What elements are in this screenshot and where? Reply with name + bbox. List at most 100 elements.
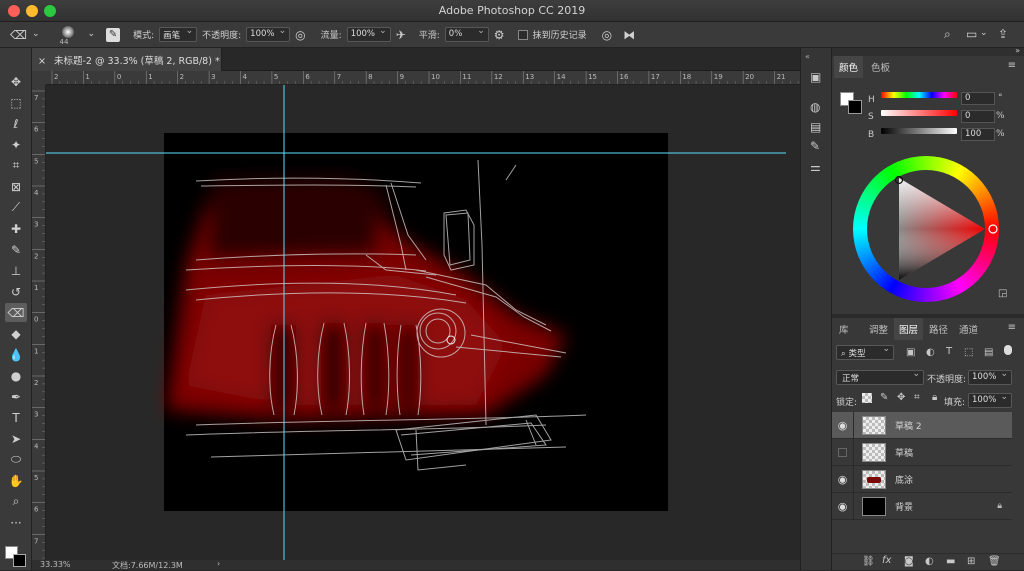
pen-tool-icon[interactable]: ✒ xyxy=(5,387,27,406)
layer-row[interactable]: ◉ 底涂 xyxy=(832,465,1012,493)
chevron-down-icon[interactable]: ⌄ xyxy=(980,29,988,38)
color-triangle[interactable] xyxy=(853,156,999,302)
hidden-eye-icon[interactable] xyxy=(832,438,854,466)
fx-icon[interactable]: fx xyxy=(882,555,891,566)
type-tool-icon[interactable]: T xyxy=(5,408,27,427)
opacity-field[interactable]: 100% xyxy=(246,26,291,42)
saturation-field[interactable]: 0 xyxy=(961,110,995,123)
link-layers-icon[interactable]: ⛓ xyxy=(862,556,875,567)
quick-select-tool-icon[interactable]: ✦ xyxy=(5,135,27,154)
blur-tool-icon[interactable]: 💧 xyxy=(5,345,27,364)
saturation-slider[interactable] xyxy=(881,110,957,116)
filter-toggle[interactable] xyxy=(1004,345,1012,355)
document-tab[interactable]: × 未标题-2 @ 33.3% (草稿 2, RGB/8) * xyxy=(32,48,222,71)
eye-icon[interactable]: ◉ xyxy=(832,465,854,493)
airbrush-icon[interactable]: ✈ xyxy=(396,29,406,41)
tab-layers[interactable]: 图层 xyxy=(894,318,924,340)
collapse-arrows-icon[interactable]: « xyxy=(805,52,810,61)
zoom-level[interactable]: 33.33% xyxy=(40,560,71,569)
trash-icon[interactable]: 🗑︎ xyxy=(988,556,1001,567)
crop-tool-icon[interactable]: ⌗ xyxy=(5,156,27,175)
filter-pixel-icon[interactable]: ▣ xyxy=(906,347,915,358)
panel-menu-icon[interactable]: ≡ xyxy=(1008,60,1016,71)
frame-tool-icon[interactable]: ⊠ xyxy=(5,177,27,196)
tab-libraries[interactable]: 库 xyxy=(834,318,854,340)
brush-panel-icon[interactable]: ✎ xyxy=(810,139,820,153)
layer-row[interactable]: ◉ 草稿 2 xyxy=(832,411,1012,439)
filter-adjustment-icon[interactable]: ◐ xyxy=(926,347,935,358)
layer-row[interactable]: 草稿 xyxy=(832,438,1012,466)
layer-name[interactable]: 背景 xyxy=(895,500,913,513)
layer-name[interactable]: 底涂 xyxy=(895,473,913,486)
brush-settings-icon[interactable]: ✎ xyxy=(106,27,121,42)
workspace-icon[interactable]: ▭ xyxy=(966,28,977,40)
hue-field[interactable]: 0 xyxy=(961,92,995,105)
healing-brush-tool-icon[interactable]: ✚ xyxy=(5,219,27,238)
filter-shape-icon[interactable]: ⬚ xyxy=(964,347,973,358)
mode-dropdown[interactable]: 画笔 xyxy=(159,26,198,42)
eye-icon[interactable]: ◉ xyxy=(832,411,854,439)
adjustments-panel-icon[interactable]: ⚌ xyxy=(810,160,821,174)
layer-name[interactable]: 草稿 2 xyxy=(895,419,922,432)
document-canvas[interactable] xyxy=(46,85,800,560)
new-layer-icon[interactable]: ⊞ xyxy=(967,556,975,567)
status-menu-arrow-icon[interactable]: › xyxy=(217,559,220,568)
eyedropper-tool-icon[interactable]: ⟋ xyxy=(5,198,27,217)
ellipse-tool-icon[interactable]: ⬭ xyxy=(5,450,27,469)
move-tool-icon[interactable]: ✥ xyxy=(5,72,27,91)
lock-image-icon[interactable]: ✎ xyxy=(880,392,888,403)
properties-panel-icon[interactable]: ▤ xyxy=(810,120,821,134)
tab-paths[interactable]: 路径 xyxy=(924,318,953,340)
pressure-opacity-icon[interactable]: ◎ xyxy=(295,29,305,41)
layer-opacity-field[interactable]: 100% xyxy=(968,369,1012,385)
history-panel-icon[interactable]: ▣ xyxy=(810,70,821,84)
collapse-arrows-icon[interactable]: » xyxy=(1015,46,1020,55)
adjustment-layer-icon[interactable]: ◐ xyxy=(925,556,934,567)
filter-type-icon[interactable]: T xyxy=(946,346,952,357)
layer-row[interactable]: ◉ 背景 🔒︎ xyxy=(832,492,1012,520)
eraser-tool-preset-icon[interactable]: ⌫ xyxy=(10,29,27,41)
tab-adjustments[interactable]: 调整 xyxy=(864,318,893,340)
path-select-tool-icon[interactable]: ➤ xyxy=(5,429,27,448)
brush-tool-icon[interactable]: ✎ xyxy=(5,240,27,259)
brightness-field[interactable]: 100 xyxy=(961,128,995,141)
tab-color[interactable]: 颜色 xyxy=(834,56,864,78)
vertical-ruler[interactable]: 7 6 5 4 3 2 1 0 1 2 3 4 5 6 7 xyxy=(32,85,46,560)
eye-icon[interactable]: ◉ xyxy=(832,492,854,520)
search-icon[interactable]: ⌕ xyxy=(944,28,951,40)
clone-stamp-tool-icon[interactable]: ⊥ xyxy=(5,261,27,280)
share-icon[interactable]: ⇪ xyxy=(998,28,1008,40)
canvas-area[interactable] xyxy=(46,85,800,560)
erase-history-checkbox[interactable] xyxy=(517,29,528,40)
panel-menu-icon[interactable]: ≡ xyxy=(1008,322,1016,333)
eraser-tool-icon[interactable]: ⌫ xyxy=(5,303,27,322)
new-group-icon[interactable]: ▬ xyxy=(946,556,955,567)
ruler-origin[interactable] xyxy=(32,71,46,85)
color-wheel-options-icon[interactable]: ◲ xyxy=(998,288,1007,299)
marquee-tool-icon[interactable]: ⬚ xyxy=(5,93,27,112)
smoothing-field[interactable]: 0% xyxy=(444,26,489,42)
gear-icon[interactable]: ⚙ xyxy=(494,29,505,41)
tab-swatches[interactable]: 色板 xyxy=(866,56,895,78)
close-icon[interactable]: × xyxy=(38,56,46,67)
chevron-down-icon[interactable]: ⌄ xyxy=(88,30,96,39)
flow-field[interactable]: 100% xyxy=(346,26,391,42)
more-tools-icon[interactable]: ··· xyxy=(5,513,27,532)
add-mask-icon[interactable]: ◙ xyxy=(904,556,914,567)
chevron-down-icon[interactable]: ⌄ xyxy=(32,30,40,39)
brightness-slider[interactable] xyxy=(881,128,957,134)
history-brush-tool-icon[interactable]: ↺ xyxy=(5,282,27,301)
lasso-tool-icon[interactable]: ℓ xyxy=(5,114,27,133)
layer-name[interactable]: 草稿 xyxy=(895,446,913,459)
layer-filter-dropdown[interactable]: ⌕ 类型 xyxy=(836,344,894,360)
dodge-tool-icon[interactable]: ● xyxy=(5,366,27,385)
filter-smart-object-icon[interactable]: ▤ xyxy=(984,347,993,358)
symmetry-icon[interactable]: ⧓ xyxy=(623,29,635,41)
lock-position-icon[interactable]: ✥ xyxy=(897,392,905,403)
lock-all-icon[interactable]: 🔒︎ xyxy=(932,392,937,403)
brush-preset-picker[interactable]: 44 xyxy=(55,24,83,46)
color-wheel[interactable] xyxy=(853,156,999,302)
lock-transparent-icon[interactable] xyxy=(862,393,872,403)
fill-field[interactable]: 100% xyxy=(968,392,1012,408)
hue-slider[interactable] xyxy=(881,92,957,98)
